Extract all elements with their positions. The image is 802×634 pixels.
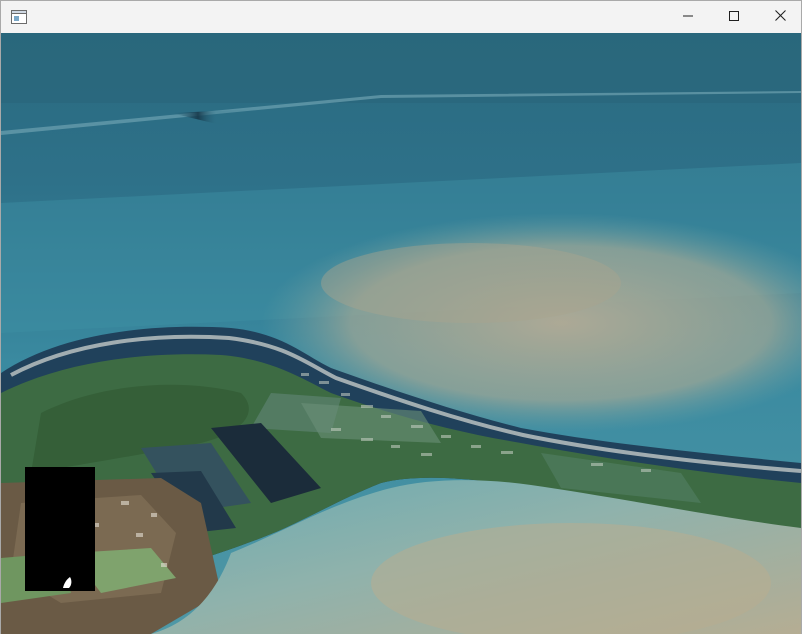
window-app-icon [11,10,27,24]
maximize-icon [729,8,739,26]
player-position-marker-icon [61,575,75,589]
aerial-terrain-scene [1,33,801,634]
close-button[interactable] [757,1,802,33]
minimize-icon [683,8,693,26]
title-bar[interactable] [1,1,801,33]
minimize-button[interactable] [665,1,711,33]
3d-viewport[interactable] [1,33,801,634]
application-window [0,0,802,634]
maximize-button[interactable] [711,1,757,33]
minimap-panel [25,467,95,591]
close-icon [774,8,786,26]
